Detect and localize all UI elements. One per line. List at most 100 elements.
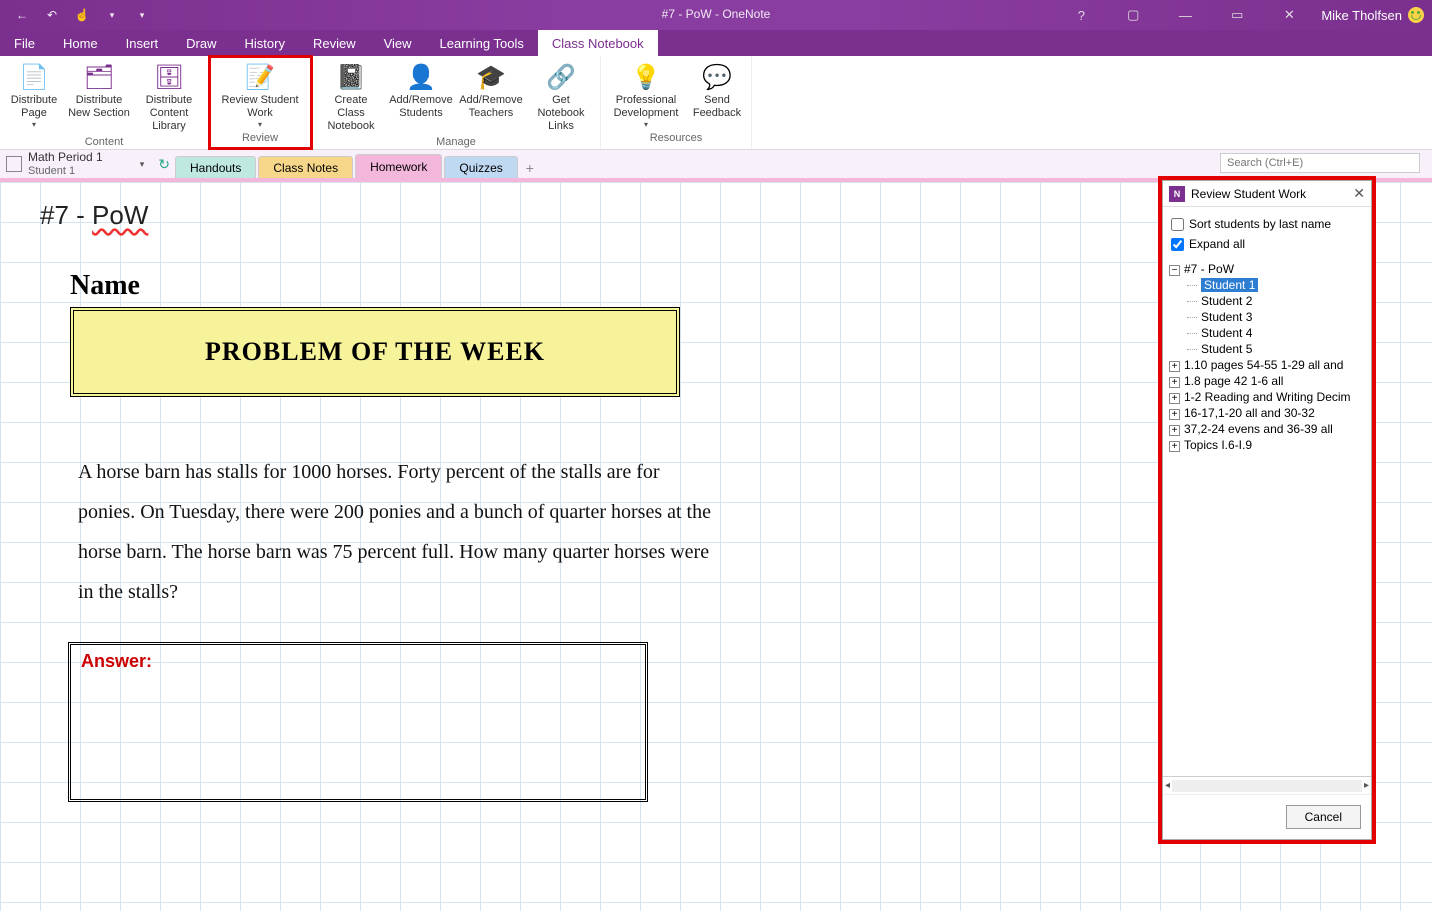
tab-history[interactable]: History xyxy=(231,30,299,56)
maximize-button[interactable]: ▭ xyxy=(1217,4,1257,26)
distribute-content-library-button[interactable]: 🗄 Distribute Content Library xyxy=(136,60,202,136)
tree-node-expanded[interactable]: −#7 - PoW xyxy=(1169,261,1365,277)
node-label: 1.8 page 42 1-6 all xyxy=(1184,374,1283,388)
title-prefix: #7 - xyxy=(40,200,92,230)
student-icon: 👤 xyxy=(406,62,436,94)
tree-node-collapsed[interactable]: +1.10 pages 54-55 1-29 all and xyxy=(1169,357,1365,373)
scroll-left-icon[interactable]: ◂ xyxy=(1165,780,1170,791)
student-label: Student 1 xyxy=(1201,278,1258,292)
node-label: 1-2 Reading and Writing Decim xyxy=(1184,390,1351,404)
add-remove-students-button[interactable]: 👤 Add/Remove Students xyxy=(388,60,454,136)
ribbon-display-icon[interactable]: ▢ xyxy=(1113,4,1153,26)
tree-node-collapsed[interactable]: +1-2 Reading and Writing Decim xyxy=(1169,389,1365,405)
touch-mode-icon[interactable]: ☝ xyxy=(72,5,92,25)
tree-student[interactable]: Student 3 xyxy=(1169,309,1365,325)
expand-checkbox[interactable]: Expand all xyxy=(1171,237,1363,251)
sort-checkbox[interactable]: Sort students by last name xyxy=(1171,217,1363,231)
get-notebook-links-button[interactable]: 🔗 Get Notebook Links xyxy=(528,60,594,136)
tab-file[interactable]: File xyxy=(0,30,49,56)
tab-learning-tools[interactable]: Learning Tools xyxy=(426,30,538,56)
tab-view[interactable]: View xyxy=(370,30,426,56)
link-icon: 🔗 xyxy=(546,62,576,94)
tree-horizontal-scrollbar[interactable]: ◂▸ xyxy=(1163,776,1371,794)
distribute-page-button[interactable]: 📄 Distribute Page▾ xyxy=(6,60,62,136)
review-student-work-button[interactable]: 📝 Review Student Work▾ xyxy=(215,60,305,132)
add-section-button[interactable]: + xyxy=(520,158,540,178)
tree-student[interactable]: Student 5 xyxy=(1169,341,1365,357)
btn-label: Distribute New Section xyxy=(68,94,130,120)
expand-label: Expand all xyxy=(1189,237,1245,251)
group-label: Manage xyxy=(436,136,476,151)
tree-student[interactable]: Student 2 xyxy=(1169,293,1365,309)
notebook-sub: Student 1 xyxy=(28,165,103,177)
answer-box[interactable]: Answer: xyxy=(68,642,648,802)
sync-icon[interactable]: ↻ xyxy=(154,156,170,173)
tab-draw[interactable]: Draw xyxy=(172,30,230,56)
node-label: #7 - PoW xyxy=(1184,262,1234,276)
tree-student[interactable]: Student 1 xyxy=(1169,277,1365,293)
tree-node-collapsed[interactable]: +16-17,1-20 all and 30-32 xyxy=(1169,405,1365,421)
section-tab-handouts[interactable]: Handouts xyxy=(175,156,256,178)
create-class-notebook-button[interactable]: 📓 Create Class Notebook xyxy=(318,60,384,136)
expand-icon[interactable]: + xyxy=(1169,393,1180,404)
review-tree: −#7 - PoW Student 1 Student 2 Student 3 … xyxy=(1163,257,1371,776)
library-icon: 🗄 xyxy=(154,62,184,94)
cancel-button[interactable]: Cancel xyxy=(1286,805,1361,829)
tree-node-collapsed[interactable]: +37,2-24 evens and 36-39 all xyxy=(1169,421,1365,437)
tree-node-collapsed[interactable]: +1.8 page 42 1-6 all xyxy=(1169,373,1365,389)
tab-review[interactable]: Review xyxy=(299,30,370,56)
ribbon-group-review: 📝 Review Student Work▾ Review xyxy=(209,56,312,149)
group-label: Content xyxy=(85,136,124,151)
search-input[interactable] xyxy=(1220,153,1420,173)
tree-student[interactable]: Student 4 xyxy=(1169,325,1365,341)
section-tab-homework[interactable]: Homework xyxy=(355,154,442,178)
section-tab-class-notes[interactable]: Class Notes xyxy=(258,156,353,178)
expand-icon[interactable]: + xyxy=(1169,377,1180,388)
section-icon: 🗂 xyxy=(84,62,114,94)
close-button[interactable]: ✕ xyxy=(1269,4,1309,26)
scroll-right-icon[interactable]: ▸ xyxy=(1364,780,1369,791)
expand-icon[interactable]: + xyxy=(1169,441,1180,452)
btn-label: Create Class Notebook xyxy=(320,94,382,134)
review-icon: 📝 xyxy=(245,62,275,94)
sort-checkbox-input[interactable] xyxy=(1171,218,1184,231)
add-remove-teachers-button[interactable]: 🎓 Add/Remove Teachers xyxy=(458,60,524,136)
help-icon[interactable]: ? xyxy=(1061,4,1101,26)
section-tab-quizzes[interactable]: Quizzes xyxy=(444,156,517,178)
expand-icon[interactable]: + xyxy=(1169,409,1180,420)
feedback-icon: 💬 xyxy=(702,62,732,94)
minimize-button[interactable]: — xyxy=(1165,4,1205,26)
close-panel-button[interactable]: ✕ xyxy=(1353,185,1365,202)
send-feedback-button[interactable]: 💬 Send Feedback xyxy=(689,60,745,132)
bulb-icon: 💡 xyxy=(631,62,661,94)
btn-label: Add/Remove Students xyxy=(389,94,453,120)
tab-insert[interactable]: Insert xyxy=(112,30,173,56)
tab-class-notebook[interactable]: Class Notebook xyxy=(538,30,658,56)
back-icon[interactable]: ← xyxy=(12,5,32,25)
tree-node-collapsed[interactable]: +Topics I.6-I.9 xyxy=(1169,437,1365,453)
sort-label: Sort students by last name xyxy=(1189,217,1331,231)
collapse-icon[interactable]: − xyxy=(1169,265,1180,276)
notebook-selector[interactable]: Math Period 1 Student 1 ▾ ↻ xyxy=(0,150,170,178)
btn-label: Send Feedback xyxy=(691,94,743,120)
notebook-icon xyxy=(6,156,22,172)
undo-icon[interactable]: ↶ xyxy=(42,5,62,25)
expand-icon[interactable]: + xyxy=(1169,361,1180,372)
qat-more-icon[interactable]: ▾ xyxy=(132,5,152,25)
window-title: #7 - PoW - OneNote xyxy=(662,7,771,21)
group-label: Resources xyxy=(650,132,703,147)
page-title[interactable]: #7 - PoW xyxy=(40,200,148,231)
qat-caret-icon[interactable]: ▾ xyxy=(102,5,122,25)
expand-checkbox-input[interactable] xyxy=(1171,238,1184,251)
distribute-new-section-button[interactable]: 🗂 Distribute New Section xyxy=(66,60,132,136)
user-label: Mike Tholfsen xyxy=(1321,8,1402,23)
title-bar: ← ↶ ☝ ▾ ▾ #7 - PoW - OneNote ? ▢ — ▭ ✕ M… xyxy=(0,0,1432,30)
page-icon: 📄 xyxy=(19,62,49,94)
expand-icon[interactable]: + xyxy=(1169,425,1180,436)
professional-development-button[interactable]: 💡 Professional Development▾ xyxy=(607,60,685,132)
tab-home[interactable]: Home xyxy=(49,30,112,56)
ribbon-group-content: 📄 Distribute Page▾ 🗂 Distribute New Sect… xyxy=(0,56,209,149)
btn-label: Get Notebook Links xyxy=(530,94,592,134)
student-label: Student 5 xyxy=(1201,342,1252,356)
account-name[interactable]: Mike Tholfsen xyxy=(1321,7,1424,23)
